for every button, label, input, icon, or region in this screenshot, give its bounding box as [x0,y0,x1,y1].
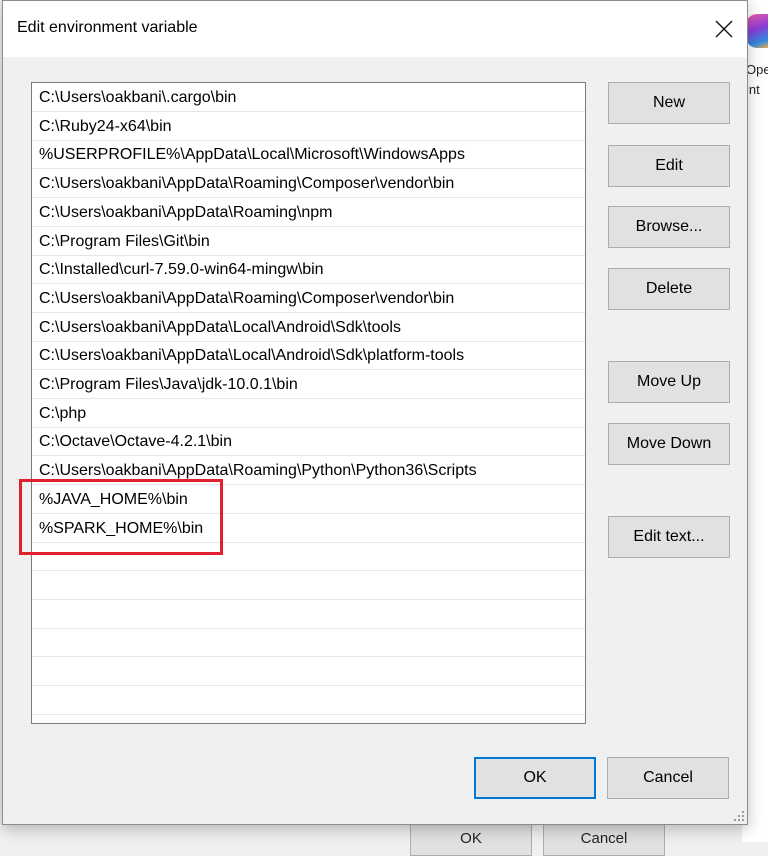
path-list-item[interactable] [32,657,585,686]
move-up-button[interactable]: Move Up [608,361,730,403]
path-list-item[interactable]: C:\Users\oakbani\AppData\Roaming\npm [32,198,585,227]
path-list-item[interactable]: C:\Users\oakbani\.cargo\bin [32,83,585,112]
cancel-button[interactable]: Cancel [607,757,729,799]
path-list-item[interactable]: C:\Users\oakbani\AppData\Roaming\Python\… [32,456,585,485]
path-list-item[interactable]: %SPARK_HOME%\bin [32,514,585,543]
path-list-item[interactable]: C:\Installed\curl-7.59.0-win64-mingw\bin [32,255,585,284]
path-list-item[interactable]: C:\Users\oakbani\AppData\Local\Android\S… [32,341,585,370]
ok-button[interactable]: OK [474,757,596,799]
background-app-label: Ope [746,62,768,77]
path-list-item[interactable]: C:\Users\oakbani\AppData\Local\Android\S… [32,313,585,342]
move-down-button[interactable]: Move Down [608,423,730,465]
path-list-item[interactable]: %USERPROFILE%\AppData\Local\Microsoft\Wi… [32,140,585,169]
edit-text-button[interactable]: Edit text... [608,516,730,558]
paint-app-icon [746,14,768,48]
path-list-item[interactable] [32,571,585,600]
close-button[interactable] [701,1,747,57]
background-ok-button: OK [410,824,532,856]
new-button[interactable]: New [608,82,730,124]
path-list-item[interactable] [32,542,585,571]
background-app-label-2: int [746,82,760,97]
delete-button[interactable]: Delete [608,268,730,310]
title-bar: Edit environment variable [3,1,747,57]
path-list-item[interactable]: C:\Users\oakbani\AppData\Roaming\Compose… [32,284,585,313]
path-list-item[interactable]: C:\Program Files\Git\bin [32,227,585,256]
edit-button[interactable]: Edit [608,145,730,187]
path-list-item[interactable] [32,686,585,715]
path-list-item[interactable]: C:\Ruby24-x64\bin [32,112,585,141]
path-list-item[interactable]: C:\Octave\Octave-4.2.1\bin [32,427,585,456]
path-list-item[interactable]: C:\Users\oakbani\AppData\Roaming\Compose… [32,169,585,198]
path-list-item[interactable]: C:\php [32,399,585,428]
path-list-item[interactable] [32,628,585,657]
dialog-title: Edit environment variable [17,19,198,36]
path-list[interactable]: C:\Users\oakbani\.cargo\bin C:\Ruby24-x64… [31,82,586,724]
browse-button[interactable]: Browse... [608,206,730,248]
background-cancel-button: Cancel [543,824,665,856]
resize-grip-icon[interactable] [733,810,745,822]
close-icon [715,20,733,38]
path-list-item[interactable]: C:\Program Files\Java\jdk-10.0.1\bin [32,370,585,399]
edit-environment-variable-dialog: Edit environment variable C:\Users\oakba… [2,0,748,825]
path-list-item[interactable] [32,600,585,629]
path-list-item[interactable]: %JAVA_HOME%\bin [32,485,585,514]
